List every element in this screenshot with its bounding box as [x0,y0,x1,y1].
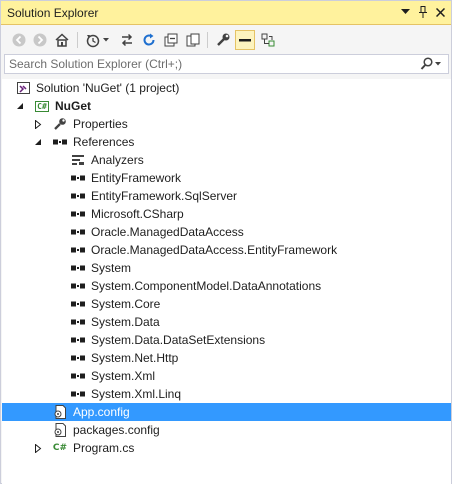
tree-item-label: Microsoft.CSharp [91,207,184,221]
tree-item-label: System.Xml [91,369,156,383]
tree-item-reference[interactable]: EntityFramework [2,169,451,187]
tree-item-reference[interactable]: System.Data [2,313,451,331]
tree-item-packages-config[interactable]: packages.config [2,421,451,439]
tree-item-label: Oracle.ManagedDataAccess.EntityFramework [91,243,338,257]
tree-item-reference[interactable]: System.Data.DataSetExtensions [2,331,451,349]
tree-item-reference[interactable]: System.ComponentModel.DataAnnotations [2,277,451,295]
toolbar [1,26,451,54]
title-bar: Solution Explorer [1,1,451,25]
analyzers-icon [70,152,86,168]
tree-item-reference[interactable]: Oracle.ManagedDataAccess [2,223,451,241]
config-file-icon [52,422,68,438]
tree-item-label: Analyzers [91,153,144,167]
tree-item-properties[interactable]: Properties [2,115,451,133]
preview-icon[interactable] [235,30,255,50]
reference-icon [70,386,86,402]
close-icon[interactable] [432,4,448,20]
tree-item-reference[interactable]: System [2,259,451,277]
tree-item-label: Solution 'NuGet' (1 project) [36,81,180,95]
refresh-icon[interactable] [139,30,159,50]
tree-item-reference[interactable]: System.Core [2,295,451,313]
solution-tree: Solution 'NuGet' (1 project) C# NuGet Pr… [2,79,451,484]
expanded-arrow-icon[interactable] [32,136,44,148]
tree-item-label: References [73,135,135,149]
tree-item-reference[interactable]: Analyzers [2,151,451,169]
tree-item-program-cs[interactable]: C# Program.cs [2,439,451,457]
reference-icon [70,368,86,384]
forward-icon[interactable] [30,30,50,50]
reference-icon [70,170,86,186]
properties-icon[interactable] [213,30,233,50]
search-icon[interactable] [417,56,445,72]
tree-item-label: packages.config [73,423,160,437]
tree-item-project[interactable]: C# NuGet [2,97,451,115]
tree-item-label: System.Xml.Linq [91,387,182,401]
reference-icon [70,314,86,330]
toolbar-separator [207,32,208,48]
tree-item-label: NuGet [55,99,91,113]
solution-icon [16,80,32,96]
reference-icon [70,296,86,312]
tree-item-label: Oracle.ManagedDataAccess [91,225,244,239]
csharp-project-icon: C# [35,100,49,112]
reference-icon [70,260,86,276]
tree-item-reference[interactable]: EntityFramework.SqlServer [2,187,451,205]
tree-item-reference[interactable]: System.Xml.Linq [2,385,451,403]
pin-icon[interactable] [415,4,431,20]
toolbar-separator [77,32,78,48]
config-file-icon [52,404,68,420]
tree-item-label: EntityFramework.SqlServer [91,189,238,203]
dropdown-arrow-icon[interactable] [397,4,413,20]
collapsed-arrow-icon[interactable] [32,442,44,454]
reference-icon [70,188,86,204]
tree-item-label: Program.cs [73,441,135,455]
wrench-icon [52,116,68,132]
reference-icon [52,134,68,150]
view-switch-icon[interactable] [258,30,278,50]
tree-item-reference[interactable]: System.Xml [2,367,451,385]
collapse-all-icon[interactable] [161,30,181,50]
home-icon[interactable] [52,30,72,50]
tree-item-app-config[interactable]: App.config [2,403,451,421]
copy-icon[interactable] [183,30,203,50]
window-title: Solution Explorer [7,6,99,20]
csharp-file-icon: C# [52,443,68,453]
tree-item-reference[interactable]: Oracle.ManagedDataAccess.EntityFramework [2,241,451,259]
collapsed-arrow-icon[interactable] [32,118,44,130]
search-input[interactable] [5,55,405,73]
reference-icon [70,206,86,222]
tree-item-references[interactable]: References [2,133,451,151]
history-icon[interactable] [83,30,103,50]
tree-item-label: App.config [73,405,130,419]
sync-icon[interactable] [117,30,137,50]
search-box [4,54,449,74]
tree-item-label: System.Data [91,315,160,329]
tree-item-label: EntityFramework [91,171,182,185]
reference-icon [70,224,86,240]
history-dropdown-icon[interactable] [101,30,111,50]
tree-item-reference[interactable]: Microsoft.CSharp [2,205,451,223]
tree-item-label: System.Net.Http [91,351,179,365]
tree-item-label: Properties [73,117,128,131]
expanded-arrow-icon[interactable] [14,100,26,112]
tree-item-solution[interactable]: Solution 'NuGet' (1 project) [2,79,451,97]
tree-item-label: System.Data.DataSetExtensions [91,333,266,347]
solution-explorer-window: Solution Explorer Search Solution Explor… [0,0,452,484]
reference-icon [70,242,86,258]
tree-item-label: System.ComponentModel.DataAnnotations [91,279,322,293]
back-icon[interactable] [9,30,29,50]
reference-icon [70,350,86,366]
tree-item-label: System.Core [91,297,161,311]
reference-icon [70,278,86,294]
tree-item-label: System [91,261,132,275]
tree-item-reference[interactable]: System.Net.Http [2,349,451,367]
reference-icon [70,332,86,348]
